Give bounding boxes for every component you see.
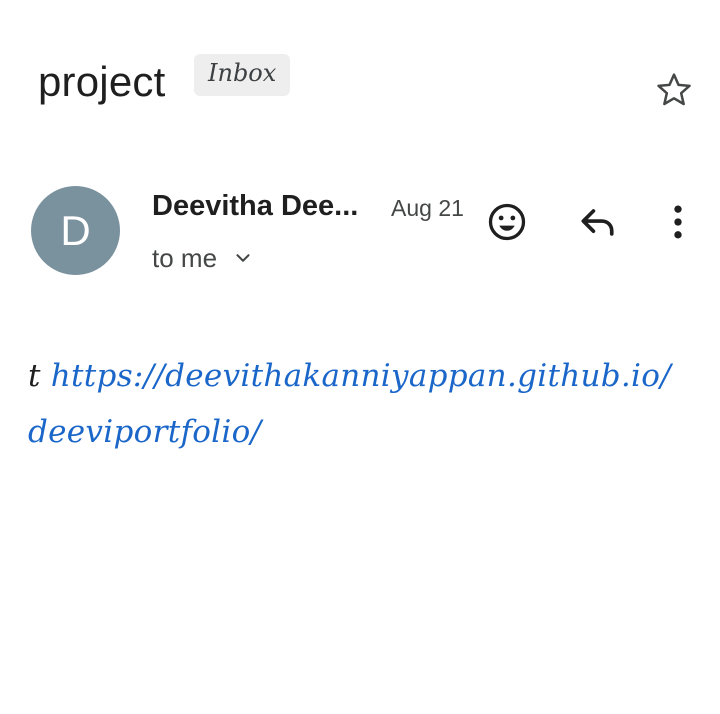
email-subject: project (38, 58, 166, 105)
reply-icon[interactable] (576, 200, 620, 244)
star-icon[interactable] (654, 70, 694, 110)
emoji-reaction-icon[interactable] (485, 200, 529, 244)
email-body: t https://deevithakanniyappan.github.io/d… (28, 348, 688, 460)
recipients-toggle[interactable]: to me (152, 238, 254, 278)
recipients-text: to me (152, 243, 218, 273)
inbox-label-chip[interactable]: Inbox (194, 54, 291, 96)
chevron-down-icon (236, 254, 250, 262)
subject-header: project Inbox (38, 52, 698, 112)
body-leading-text: t (28, 358, 41, 394)
email-date: Aug 21 (391, 195, 464, 221)
sender-name[interactable]: Deevitha Dee... (152, 186, 358, 226)
portfolio-link[interactable]: https://deevithakanniyappan.github.io/de… (28, 358, 671, 450)
sender-avatar[interactable]: D (31, 186, 120, 275)
more-vertical-icon[interactable] (656, 200, 700, 244)
